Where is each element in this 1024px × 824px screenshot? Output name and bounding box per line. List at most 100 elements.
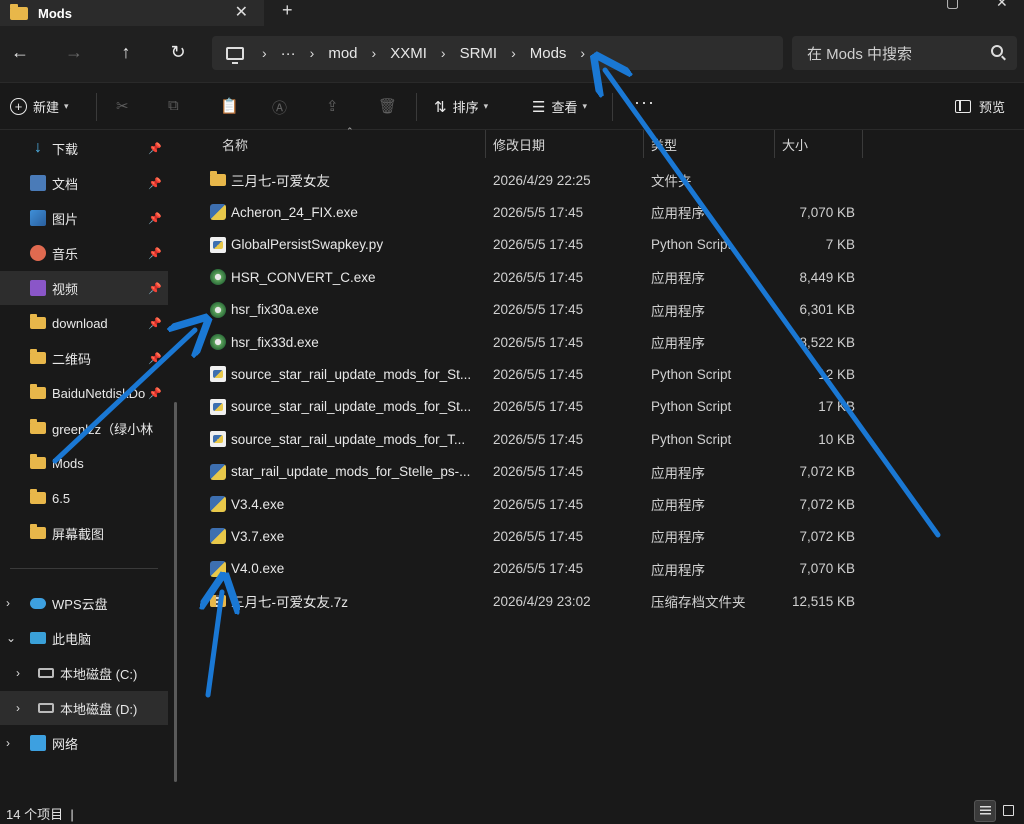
- file-row[interactable]: GlobalPersistSwapkey.py 2026/5/5 17:45 Pyt…: [208, 229, 888, 261]
- sidebar-item-download-folder[interactable]: download 📌: [0, 306, 168, 340]
- sidebar-item-music[interactable]: 音乐 📌: [0, 236, 168, 270]
- file-name[interactable]: star_rail_update_mods_for_Stelle_ps-...: [210, 463, 478, 480]
- address-bar[interactable]: › ··· › mod › XXMI › SRMI › Mods ›: [212, 36, 783, 70]
- sidebar-item-this-pc[interactable]: ⌄ 此电脑: [0, 621, 168, 655]
- delete-icon[interactable]: 🗑: [378, 97, 397, 115]
- file-row[interactable]: star_rail_update_mods_for_Stelle_ps-... 2…: [208, 456, 888, 488]
- details-view-button[interactable]: [974, 800, 996, 822]
- sidebar-item-videos[interactable]: 视频 📌: [0, 271, 168, 305]
- column-divider[interactable]: [774, 130, 775, 158]
- file-row[interactable]: 三月七-可爱女友.7z 2026/4/29 23:02 压缩存档文件夹 12,515 …: [208, 585, 888, 617]
- new-tab-button[interactable]: +: [282, 0, 293, 21]
- file-date: 2026/5/5 17:45: [493, 399, 584, 415]
- chevron-right-icon[interactable]: ›: [580, 45, 585, 61]
- search-icon[interactable]: [991, 45, 1003, 57]
- file-row[interactable]: hsr_fix33d.exe 2026/5/5 17:45 应用程序 8,522 KB: [208, 326, 888, 358]
- chevron-right-icon[interactable]: ›: [372, 45, 377, 61]
- rename-icon[interactable]: Ⓐ: [272, 97, 287, 118]
- file-name[interactable]: GlobalPersistSwapkey.py: [210, 236, 478, 253]
- tab-mods[interactable]: Mods ✕: [0, 0, 264, 26]
- chevron-right-icon[interactable]: ›: [16, 666, 20, 680]
- maximize-icon[interactable]: ▢: [946, 0, 959, 11]
- sidebar-item-network[interactable]: › 网络: [0, 726, 168, 760]
- file-row[interactable]: Acheron_24_FIX.exe 2026/5/5 17:45 应用程序 7,07…: [208, 196, 888, 228]
- file-row[interactable]: V3.4.exe 2026/5/5 17:45 应用程序 7,072 KB: [208, 488, 888, 520]
- more-options-icon[interactable]: ···: [634, 92, 655, 113]
- column-divider[interactable]: [485, 130, 486, 158]
- close-tab-icon[interactable]: ✕: [235, 2, 248, 22]
- close-window-icon[interactable]: ✕: [996, 0, 1008, 11]
- file-name[interactable]: 三月七-可爱女友: [210, 170, 478, 190]
- sidebar-item-mods[interactable]: Mods: [0, 446, 168, 480]
- file-name[interactable]: V3.4.exe: [210, 496, 478, 512]
- sidebar-item-greenlzz[interactable]: greenlzz（绿小林: [0, 411, 168, 445]
- file-row[interactable]: V3.7.exe 2026/5/5 17:45 应用程序 7,072 KB: [208, 520, 888, 552]
- chevron-right-icon[interactable]: ›: [16, 701, 20, 715]
- sidebar-item-wps-cloud[interactable]: › WPS云盘: [0, 586, 168, 620]
- file-name[interactable]: HSR_CONVERT_C.exe: [210, 269, 478, 286]
- chevron-right-icon[interactable]: ›: [511, 45, 516, 61]
- file-row[interactable]: HSR_CONVERT_C.exe 2026/5/5 17:45 应用程序 8,449…: [208, 261, 888, 293]
- column-divider[interactable]: [862, 130, 863, 158]
- breadcrumb-ellipsis[interactable]: ···: [281, 45, 296, 62]
- chevron-down-icon[interactable]: ⌄: [6, 631, 16, 645]
- paste-icon[interactable]: 📋: [220, 97, 239, 115]
- sidebar-item-qrcode[interactable]: 二维码 📌: [0, 341, 168, 375]
- chevron-right-icon[interactable]: ›: [6, 736, 10, 750]
- column-header-size[interactable]: 大小: [782, 130, 808, 158]
- file-name[interactable]: source_star_rail_update_mods_for_St...: [210, 366, 478, 383]
- copy-icon[interactable]: ⧉: [168, 97, 179, 114]
- breadcrumb-xxmi[interactable]: XXMI: [390, 45, 427, 62]
- back-button[interactable]: ←: [8, 42, 32, 63]
- file-row[interactable]: hsr_fix30a.exe 2026/5/5 17:45 应用程序 6,301 KB: [208, 294, 888, 326]
- file-name-text: Acheron_24_FIX.exe: [231, 204, 358, 220]
- up-button[interactable]: ↑: [114, 42, 138, 63]
- share-icon[interactable]: ⇪: [326, 97, 339, 115]
- file-row[interactable]: source_star_rail_update_mods_for_T... 202…: [208, 423, 888, 455]
- column-header-date[interactable]: 修改日期: [493, 130, 545, 158]
- file-name[interactable]: source_star_rail_update_mods_for_St...: [210, 398, 478, 415]
- file-date: 2026/5/5 17:45: [493, 431, 584, 447]
- sidebar-item-screenshots[interactable]: 屏幕截图: [0, 516, 168, 550]
- breadcrumb-mod[interactable]: mod: [328, 45, 357, 62]
- cut-icon[interactable]: ✂: [116, 97, 129, 115]
- search-input[interactable]: 在 Mods 中搜索: [792, 36, 1017, 70]
- sidebar-item-documents[interactable]: 文档 📌: [0, 166, 168, 200]
- sidebar-item-6-5[interactable]: 6.5: [0, 481, 168, 515]
- file-name-text: HSR_CONVERT_C.exe: [231, 269, 376, 285]
- file-name[interactable]: Acheron_24_FIX.exe: [210, 204, 478, 221]
- this-pc-icon[interactable]: [226, 46, 244, 64]
- refresh-button[interactable]: ↻: [166, 42, 190, 63]
- file-row[interactable]: 三月七-可爱女友 2026/4/29 22:25 文件夹: [208, 164, 888, 196]
- tiles-view-button[interactable]: [998, 800, 1020, 822]
- sidebar-scrollbar[interactable]: [174, 402, 177, 782]
- file-row[interactable]: source_star_rail_update_mods_for_St... 20…: [208, 391, 888, 423]
- file-name[interactable]: hsr_fix30a.exe: [210, 301, 478, 318]
- sidebar-item-drive-c[interactable]: › 本地磁盘 (C:): [0, 656, 168, 690]
- column-header-type[interactable]: 类型: [651, 130, 677, 158]
- breadcrumb-srmi[interactable]: SRMI: [460, 45, 498, 62]
- file-row[interactable]: V4.0.exe 2026/5/5 17:45 应用程序 7,070 KB: [208, 553, 888, 585]
- chevron-right-icon[interactable]: ›: [6, 596, 10, 610]
- column-header-name[interactable]: 名称: [222, 130, 248, 158]
- file-name[interactable]: V4.0.exe: [210, 560, 478, 577]
- breadcrumb-mods[interactable]: Mods: [530, 45, 567, 62]
- preview-button[interactable]: 预览: [955, 97, 1005, 116]
- file-name[interactable]: V3.7.exe: [210, 528, 478, 545]
- file-name[interactable]: hsr_fix33d.exe: [210, 334, 478, 350]
- sort-button[interactable]: ⇅ 排序 ▾: [434, 97, 488, 116]
- chevron-right-icon[interactable]: ›: [310, 45, 315, 61]
- file-row[interactable]: source_star_rail_update_mods_for_St... 20…: [208, 358, 888, 390]
- sidebar-item-pictures[interactable]: 图片 📌: [0, 201, 168, 235]
- sidebar-item-drive-d[interactable]: › 本地磁盘 (D:): [0, 691, 168, 725]
- view-button[interactable]: ☰ 查看 ▾: [532, 97, 587, 116]
- sidebar-item-downloads[interactable]: ↓ 下载 📌: [0, 131, 168, 165]
- file-name[interactable]: 三月七-可爱女友.7z: [210, 591, 478, 611]
- chevron-right-icon[interactable]: ›: [441, 45, 446, 61]
- column-divider[interactable]: [643, 130, 644, 158]
- forward-button[interactable]: →: [62, 42, 86, 63]
- new-button[interactable]: + 新建 ▾: [10, 97, 69, 116]
- file-name[interactable]: source_star_rail_update_mods_for_T...: [210, 431, 478, 448]
- chevron-right-icon[interactable]: ›: [262, 45, 267, 61]
- sidebar-item-baidunetdisk[interactable]: BaiduNetdiskDo 📌: [0, 376, 168, 410]
